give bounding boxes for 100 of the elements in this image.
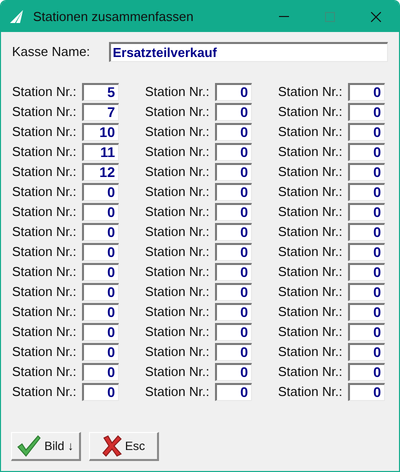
station-label: Station Nr.: [145, 163, 210, 182]
station-field[interactable]: 0 [215, 203, 252, 221]
station-label: Station Nr.: [145, 183, 210, 202]
station-field[interactable]: 0 [348, 203, 385, 221]
station-label: Station Nr.: [12, 83, 78, 102]
station-label: Station Nr.: [278, 303, 344, 322]
station-label: Station Nr.: [12, 323, 78, 342]
esc-button[interactable]: Esc [89, 432, 159, 461]
station-label: Station Nr.: [278, 183, 344, 202]
station-field[interactable]: 0 [348, 103, 385, 121]
station-field[interactable]: 0 [348, 223, 385, 241]
station-field[interactable]: 0 [348, 323, 385, 341]
station-field[interactable]: 0 [215, 103, 252, 121]
station-label: Station Nr.: [12, 143, 78, 162]
station-label: Station Nr.: [278, 243, 344, 262]
station-field[interactable]: 0 [82, 303, 119, 321]
station-field[interactable]: 0 [348, 263, 385, 281]
station-field[interactable]: 0 [82, 223, 119, 241]
station-label: Station Nr.: [145, 343, 210, 362]
station-label: Station Nr.: [278, 203, 344, 222]
station-label: Station Nr.: [145, 303, 210, 322]
station-label: Station Nr.: [278, 143, 344, 162]
station-field[interactable]: 10 [82, 123, 119, 141]
station-field[interactable]: 0 [82, 243, 119, 261]
station-label: Station Nr.: [145, 363, 210, 382]
station-field[interactable]: 0 [215, 123, 252, 141]
station-label: Station Nr.: [145, 143, 210, 162]
app-icon [10, 10, 23, 23]
station-field[interactable]: 0 [348, 343, 385, 361]
station-field[interactable]: 0 [348, 303, 385, 321]
station-field[interactable]: 7 [82, 103, 119, 121]
station-field[interactable]: 0 [348, 383, 385, 401]
station-field[interactable]: 0 [348, 283, 385, 301]
station-label: Station Nr.: [278, 103, 344, 122]
station-field[interactable]: 0 [215, 343, 252, 361]
station-label: Station Nr.: [278, 83, 344, 102]
window-title: Stationen zusammenfassen [33, 8, 194, 26]
station-field[interactable]: 0 [82, 203, 119, 221]
station-field[interactable]: 11 [82, 143, 119, 161]
station-field[interactable]: 0 [215, 163, 252, 181]
station-label: Station Nr.: [12, 203, 78, 222]
station-field[interactable]: 0 [348, 363, 385, 381]
station-label: Station Nr.: [12, 243, 78, 262]
station-label: Station Nr.: [278, 343, 344, 362]
station-label: Station Nr.: [145, 203, 210, 222]
station-label: Station Nr.: [12, 223, 78, 242]
station-field[interactable]: 0 [82, 343, 119, 361]
station-field[interactable]: 0 [215, 383, 252, 401]
station-label: Station Nr.: [12, 123, 78, 142]
station-label: Station Nr.: [145, 123, 210, 142]
station-field[interactable]: 0 [215, 283, 252, 301]
station-label: Station Nr.: [278, 263, 344, 282]
station-field[interactable]: 0 [215, 183, 252, 201]
station-field[interactable]: 0 [215, 223, 252, 241]
station-field[interactable]: 0 [215, 83, 252, 101]
station-label: Station Nr.: [278, 123, 344, 142]
station-label: Station Nr.: [12, 183, 78, 202]
station-label: Station Nr.: [278, 363, 344, 382]
station-field[interactable]: 0 [82, 183, 119, 201]
station-label: Station Nr.: [12, 343, 78, 362]
station-field[interactable]: 0 [215, 143, 252, 161]
station-label: Station Nr.: [12, 363, 78, 382]
minimize-icon [279, 16, 289, 17]
station-field[interactable]: 0 [215, 263, 252, 281]
station-label: Station Nr.: [278, 283, 344, 302]
station-label: Station Nr.: [12, 263, 78, 282]
station-label: Station Nr.: [12, 283, 78, 302]
station-label: Station Nr.: [12, 383, 78, 402]
station-field[interactable]: 0 [215, 303, 252, 321]
station-field[interactable]: 0 [215, 243, 252, 261]
bild-button[interactable]: Bild ↓ [11, 432, 81, 461]
station-field[interactable]: 0 [348, 83, 385, 101]
close-icon [371, 12, 381, 22]
station-field[interactable]: 0 [215, 323, 252, 341]
station-label: Station Nr.: [278, 383, 344, 402]
station-label: Station Nr.: [278, 223, 344, 242]
station-label: Station Nr.: [145, 83, 210, 102]
station-field[interactable]: 0 [348, 123, 385, 141]
station-field[interactable]: 0 [348, 163, 385, 181]
station-label: Station Nr.: [145, 103, 210, 122]
checkmark-icon [17, 435, 42, 457]
station-field[interactable]: 0 [82, 383, 119, 401]
station-label: Station Nr.: [145, 243, 210, 262]
station-label: Station Nr.: [12, 303, 78, 322]
station-field[interactable]: 0 [348, 183, 385, 201]
station-field[interactable]: 0 [82, 283, 119, 301]
kasse-name-field[interactable]: Ersatzteilverkauf [108, 42, 388, 62]
station-field[interactable]: 0 [348, 243, 385, 261]
station-field[interactable]: 0 [82, 263, 119, 281]
station-field[interactable]: 0 [82, 323, 119, 341]
station-field[interactable]: 0 [348, 143, 385, 161]
station-label: Station Nr.: [12, 103, 78, 122]
kasse-name-label: Kasse Name: [12, 43, 92, 62]
cross-icon [102, 435, 122, 457]
station-label: Station Nr.: [12, 163, 78, 182]
station-field[interactable]: 12 [82, 163, 119, 181]
station-field[interactable]: 0 [82, 363, 119, 381]
station-field[interactable]: 0 [215, 363, 252, 381]
station-label: Station Nr.: [145, 283, 210, 302]
station-field[interactable]: 5 [82, 83, 119, 101]
